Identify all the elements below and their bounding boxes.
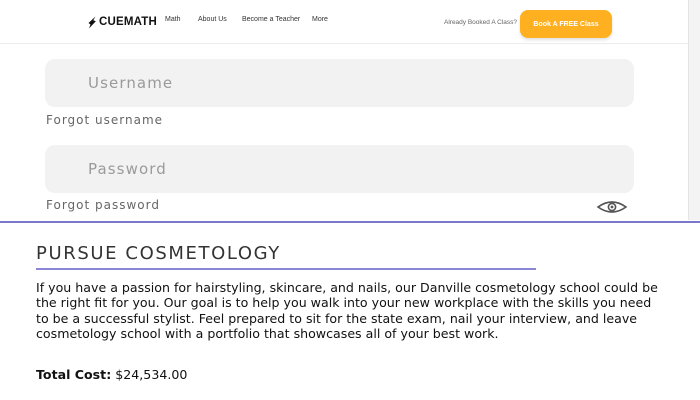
program-description: If you have a passion for hairstyling, s… <box>36 280 658 342</box>
rocket-icon <box>88 16 96 28</box>
forgot-username-link[interactable]: Forgot username <box>46 113 163 127</box>
logo-text: CUEMATH <box>99 16 158 28</box>
cuemath-logo[interactable]: CUEMATH <box>86 14 157 30</box>
username-input[interactable] <box>45 59 634 107</box>
already-booked-link[interactable]: Already Booked A Class? <box>444 19 517 26</box>
total-cost-label: Total Cost: <box>36 367 112 382</box>
eye-icon[interactable] <box>596 199 628 215</box>
nav-link-become-a-teacher[interactable]: Become a Teacher <box>242 16 300 23</box>
section-divider <box>0 221 700 223</box>
total-cost-value: $24,534.00 <box>115 367 188 382</box>
nav-link-math[interactable]: Math <box>165 16 181 23</box>
nav-link-about-us[interactable]: About Us <box>198 16 227 23</box>
title-underline <box>36 268 536 270</box>
nav-link-more[interactable]: More <box>312 16 328 23</box>
section-title: PURSUE COSMETOLOGY <box>36 243 281 264</box>
forgot-password-link[interactable]: Forgot password <box>46 198 160 212</box>
top-navbar: CUEMATH Math About Us Become a Teacher M… <box>0 0 700 44</box>
scrollbar-track[interactable] <box>688 0 700 220</box>
book-free-class-button[interactable]: Book A FREE Class <box>520 10 612 38</box>
password-input[interactable] <box>45 145 634 193</box>
total-cost-line: Total Cost: $24,534.00 <box>36 367 187 382</box>
